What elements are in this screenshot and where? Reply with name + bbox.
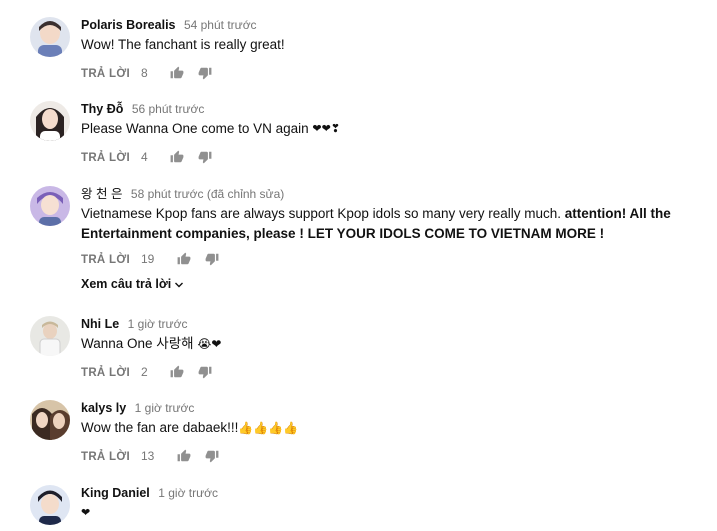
like-count: 8 [141, 66, 148, 80]
thumbs-up-icon[interactable] [170, 365, 184, 379]
comment-actions: TRẢ LỜI 13 [81, 448, 219, 465]
crying-heart-emoji: 😭❤ [197, 337, 222, 352]
thumbs-down-icon[interactable] [198, 150, 212, 164]
comment-author[interactable]: Thy Đỗ [81, 102, 123, 116]
reply-button[interactable]: TRẢ LỜI [81, 66, 130, 82]
avatar-image [30, 400, 70, 440]
comment-actions: TRẢ LỜI 8 [81, 65, 212, 82]
comment-item: Polaris Borealis 54 phút trước Wow! The … [0, 14, 717, 84]
thumbs-down-icon[interactable] [205, 252, 219, 266]
comment-time[interactable]: 56 phút trước [132, 102, 205, 116]
comment-item: kalys ly 1 giờ trước Wow the fan are dab… [0, 397, 717, 467]
comment-author[interactable]: Nhi Le [81, 317, 119, 331]
avatar-image [30, 316, 70, 356]
comment-item: 왕 천 은 58 phút trước (đã chỉnh sửa) Vietn… [0, 183, 717, 293]
comment-time[interactable]: 1 giờ trước [135, 401, 195, 415]
comment-text: Please Wanna One come to VN again [81, 121, 313, 136]
comment-header: King Daniel 1 giờ trước [81, 485, 218, 501]
thumbs-down-icon[interactable] [198, 365, 212, 379]
avatar[interactable] [30, 400, 70, 440]
comment-item: King Daniel 1 giờ trước ❤ [0, 482, 717, 531]
reply-button[interactable]: TRẢ LỜI [81, 365, 130, 381]
avatar[interactable] [30, 316, 70, 356]
comment-text-container: Vietnamese Kpop fans are always support … [81, 204, 711, 244]
like-count: 19 [141, 252, 155, 266]
comment-time[interactable]: 1 giờ trước [128, 317, 188, 331]
comment-time[interactable]: 1 giờ trước [158, 486, 218, 500]
thumbs-up-icon[interactable] [170, 66, 184, 80]
comment-time[interactable]: 58 phút trước (đã chỉnh sửa) [131, 187, 284, 201]
thumbs-down-icon[interactable] [198, 66, 212, 80]
comment-header: 왕 천 은 58 phút trước (đã chỉnh sửa) [81, 186, 284, 202]
avatar-image [30, 186, 70, 226]
heart-emoji: ❤❤❣ [312, 123, 341, 136]
chevron-down-icon [175, 282, 184, 288]
comment-header: Nhi Le 1 giờ trước [81, 316, 187, 332]
comment-header: kalys ly 1 giờ trước [81, 400, 194, 416]
comment-text-container: ❤ [81, 503, 711, 523]
comment-time[interactable]: 54 phút trước [184, 18, 257, 32]
reply-button[interactable]: TRẢ LỜI [81, 449, 130, 465]
avatar[interactable] [30, 101, 70, 141]
comment-text: Vietnamese Kpop fans are always support … [81, 206, 565, 221]
reply-button[interactable]: TRẢ LỜI [81, 252, 130, 268]
comment-item: Nhi Le 1 giờ trước Wanna One 사랑해 😭❤ TRẢ … [0, 313, 717, 383]
comment-text: Wanna One 사랑해 [81, 336, 198, 351]
comment-item: Thy Đỗ 56 phút trước Please Wanna One co… [0, 98, 717, 168]
avatar-image [30, 17, 70, 57]
comment-author[interactable]: 왕 천 은 [81, 187, 122, 201]
comment-text: Wow the fan are dabaek!!! [81, 420, 239, 435]
view-replies-label: Xem câu trả lời [81, 277, 172, 291]
comment-text: Wow! The fanchant is really great! [81, 37, 285, 52]
comment-author[interactable]: Polaris Borealis [81, 18, 176, 32]
avatar[interactable] [30, 485, 70, 525]
comment-actions: TRẢ LỜI 4 [81, 149, 212, 166]
comment-header: Thy Đỗ 56 phút trước [81, 101, 204, 117]
avatar[interactable] [30, 17, 70, 57]
thumbs-up-icon[interactable] [177, 252, 191, 266]
thumbs-down-icon[interactable] [205, 449, 219, 463]
comment-text-container: Wow the fan are dabaek!!!👍👍👍👍 [81, 418, 711, 438]
view-replies-button[interactable]: Xem câu trả lời [81, 277, 184, 291]
thumbs-up-emoji: 👍👍👍👍 [238, 421, 299, 436]
avatar[interactable] [30, 186, 70, 226]
comment-header: Polaris Borealis 54 phút trước [81, 17, 257, 33]
avatar-image [30, 485, 70, 525]
like-count: 2 [141, 365, 148, 379]
comment-actions: TRẢ LỜI 19 [81, 251, 219, 268]
reply-button[interactable]: TRẢ LỜI [81, 150, 130, 166]
comment-text-container: Please Wanna One come to VN again ❤❤❣ [81, 119, 711, 139]
comment-author[interactable]: King Daniel [81, 486, 150, 500]
comment-text-container: Wanna One 사랑해 😭❤ [81, 334, 711, 354]
comment-actions: TRẢ LỜI 2 [81, 364, 212, 381]
like-count: 13 [141, 449, 155, 463]
avatar-image [30, 101, 70, 141]
thumbs-up-icon[interactable] [170, 150, 184, 164]
thumbs-up-icon[interactable] [177, 449, 191, 463]
comment-author[interactable]: kalys ly [81, 401, 126, 415]
like-count: 4 [141, 150, 148, 164]
heart-emoji: ❤ [81, 507, 91, 520]
